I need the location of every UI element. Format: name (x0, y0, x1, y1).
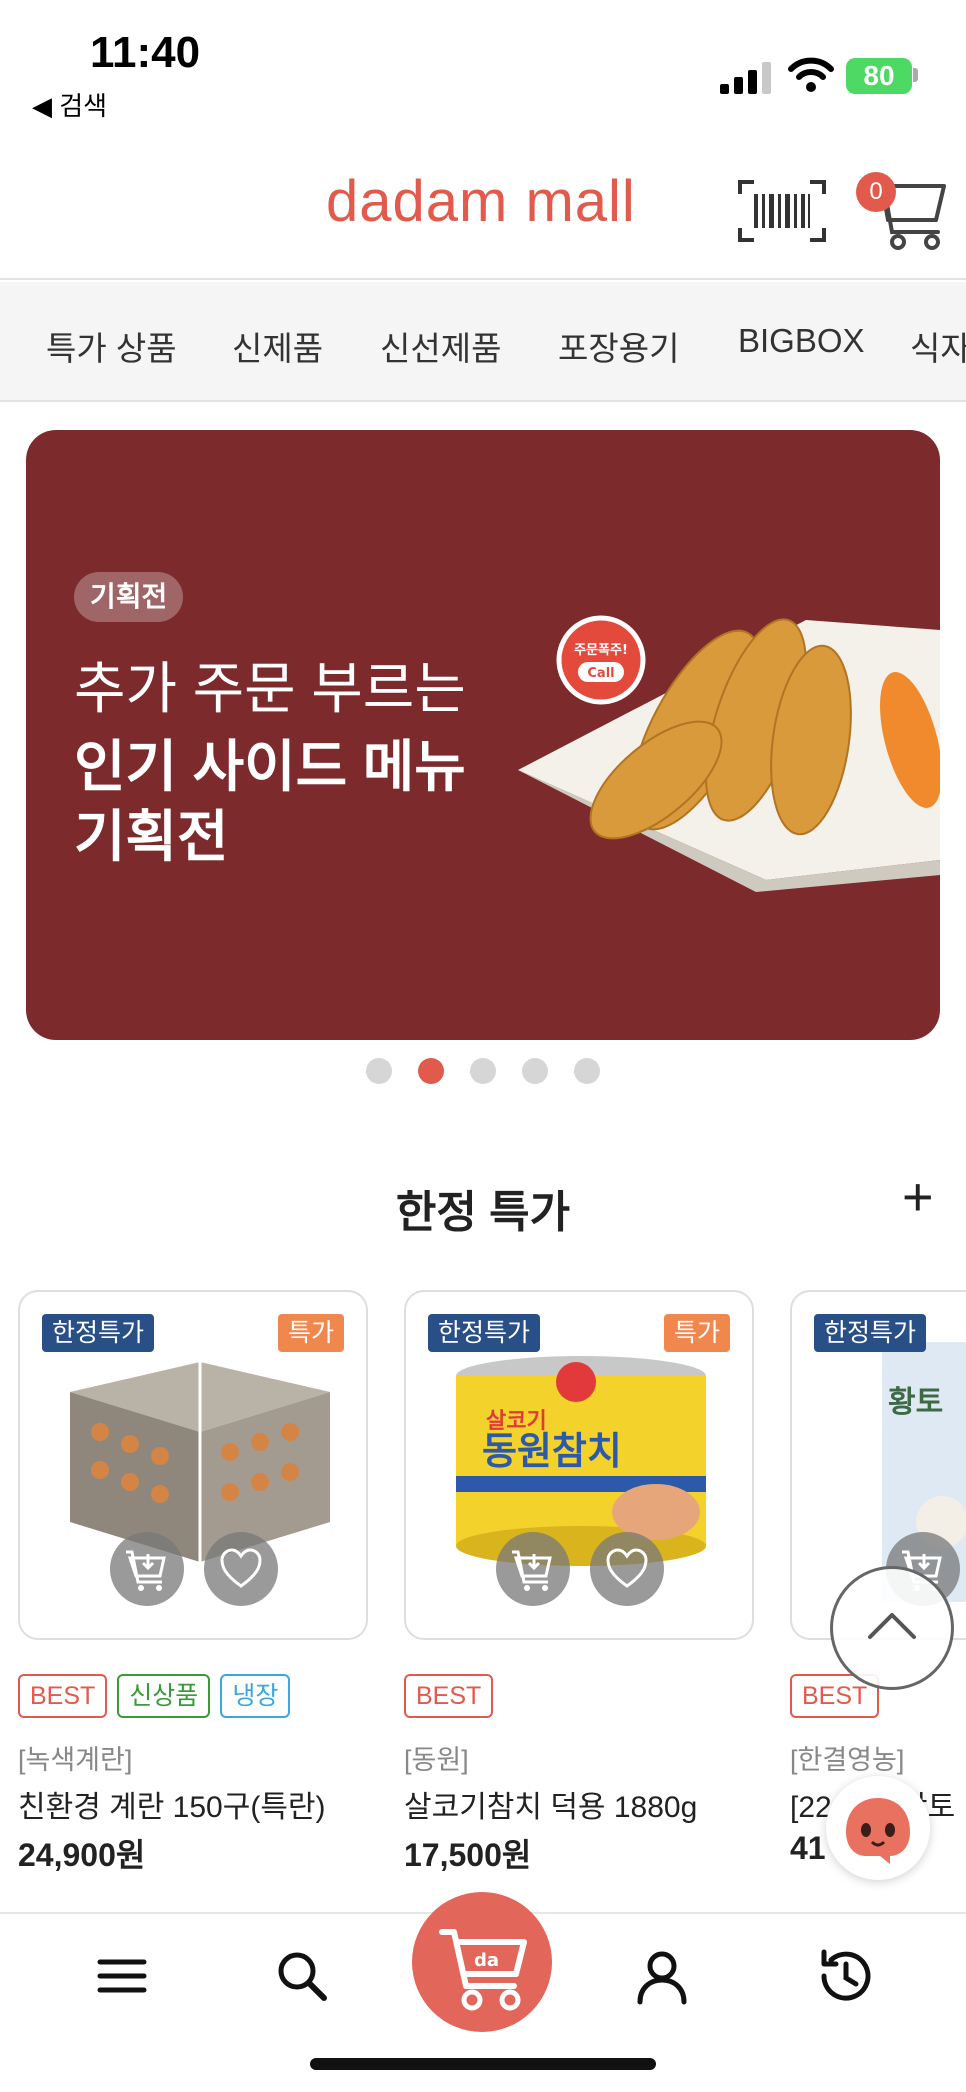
svg-text:Call: Call (587, 666, 614, 681)
limited-deal-badge: 한정특가 (814, 1314, 927, 1352)
page-dot[interactable] (470, 1058, 496, 1084)
svg-text:동원참치: 동원참치 (482, 1429, 622, 1473)
more-button[interactable]: + (902, 1170, 934, 1224)
chatbot-mascot-icon (846, 1798, 910, 1864)
battery-indicator: 80 (846, 58, 912, 94)
product-brand: [녹색계란] (18, 1745, 133, 1775)
new-product-tag: 신상품 (117, 1674, 211, 1718)
best-tag: BEST (404, 1674, 494, 1718)
best-tag: BEST (18, 1674, 108, 1718)
svg-text:주문폭주!: 주문폭주! (574, 643, 628, 658)
heart-icon (606, 1548, 648, 1588)
product-brand: [한결영농] (790, 1745, 905, 1775)
banner-headline-3: 기획전 (74, 805, 229, 868)
product-name[interactable]: 살코기참치 덕용 1880g (404, 1782, 697, 1826)
page-dot[interactable] (574, 1058, 600, 1084)
home-indicator (310, 2058, 656, 2070)
category-tabs: 특가 상품 신제품 신선제품 포장용기 BIGBOX 식자 (0, 282, 966, 402)
limited-deal-badge: 한정특가 (428, 1314, 541, 1352)
wifi-icon (788, 57, 834, 92)
chatbot-button[interactable] (826, 1776, 930, 1880)
banner-pagination (366, 1058, 606, 1086)
status-bar: 11:40 ◀ 검색 80 (0, 0, 966, 140)
cart-home-button[interactable]: da (412, 1892, 552, 2032)
wishlist-button[interactable] (204, 1532, 278, 1606)
tab-packaging[interactable]: 포장용기 (558, 322, 679, 370)
banner-headline-1: 추가 주문 부르는 (74, 657, 466, 720)
svg-text:da: da (474, 1950, 499, 1971)
back-to-search-link[interactable]: ◀ 검색 (32, 86, 107, 123)
sale-badge: 특가 (277, 1314, 344, 1352)
tab-fresh-products[interactable]: 신선제품 (380, 322, 501, 370)
section-title: 한정 특가 (395, 1188, 571, 1237)
scroll-to-top-button[interactable] (830, 1566, 954, 1690)
product-price: 24,900원 (18, 1837, 146, 1873)
cart-download-icon (512, 1550, 552, 1591)
sale-badge: 특가 (663, 1314, 730, 1352)
page-dot[interactable] (522, 1058, 548, 1084)
tab-bigbox[interactable]: BIGBOX (738, 322, 865, 360)
product-image-frame[interactable]: 살코기 동원참치 한정특가 특가 (404, 1290, 754, 1640)
bottom-navigation: da (0, 1892, 966, 2092)
limited-deal-badge: 한정특가 (42, 1314, 155, 1352)
product-tags: BEST 신상품 냉장 (18, 1674, 300, 1720)
battery-cap (913, 68, 918, 82)
egg-trays-image (70, 1362, 330, 1562)
tuna-can-image: 살코기 동원참치 (456, 1356, 706, 1566)
svg-text:황토: 황토 (888, 1385, 943, 1420)
menu-icon[interactable] (92, 1946, 152, 2006)
add-to-cart-button[interactable] (110, 1532, 184, 1606)
cart-count-badge: 0 (856, 172, 896, 212)
user-icon[interactable] (632, 1946, 692, 2006)
product-price: 17,500원 (404, 1837, 532, 1873)
page-dot-active[interactable] (418, 1058, 444, 1084)
tab-new-products[interactable]: 신제품 (232, 322, 323, 370)
banner-headline-2: 인기 사이드 메뉴 (74, 735, 466, 798)
product-name[interactable]: 친환경 계란 150구(특란) (18, 1782, 326, 1826)
app-header: dadam mall (0, 140, 966, 280)
tab-ingredients[interactable]: 식자 (910, 322, 966, 370)
fried-shrimp-plate-image: 주문폭주! Call (518, 615, 940, 892)
wishlist-button[interactable] (590, 1532, 664, 1606)
product-price: 41 (790, 1830, 826, 1866)
clock: 11:40 (90, 28, 201, 77)
product-tags: BEST (404, 1674, 503, 1720)
product-image-frame[interactable]: 한정특가 특가 (18, 1290, 368, 1640)
add-to-cart-button[interactable] (496, 1532, 570, 1606)
product-brand: [동원] (404, 1745, 469, 1775)
barcode-scan-icon[interactable] (738, 180, 826, 242)
history-icon[interactable] (814, 1946, 874, 2006)
page-dot[interactable] (366, 1058, 392, 1084)
chevron-up-icon (868, 1613, 916, 1639)
banner-tag: 기획전 (74, 572, 184, 622)
search-icon[interactable] (272, 1946, 332, 2006)
dadam-mall-logo[interactable]: dadam mall (326, 168, 636, 235)
promo-banner[interactable]: 기획전 추가 주문 부르는 인기 사이드 메뉴 기획전 주문폭주! Call (26, 430, 940, 1040)
heart-icon (220, 1548, 262, 1588)
cart-download-icon (126, 1550, 166, 1591)
refrigerated-tag: 냉장 (220, 1674, 291, 1718)
tab-special-deals[interactable]: 특가 상품 (46, 322, 177, 370)
signal-icon (720, 62, 771, 94)
cart-logo-icon: da (439, 1929, 527, 2011)
